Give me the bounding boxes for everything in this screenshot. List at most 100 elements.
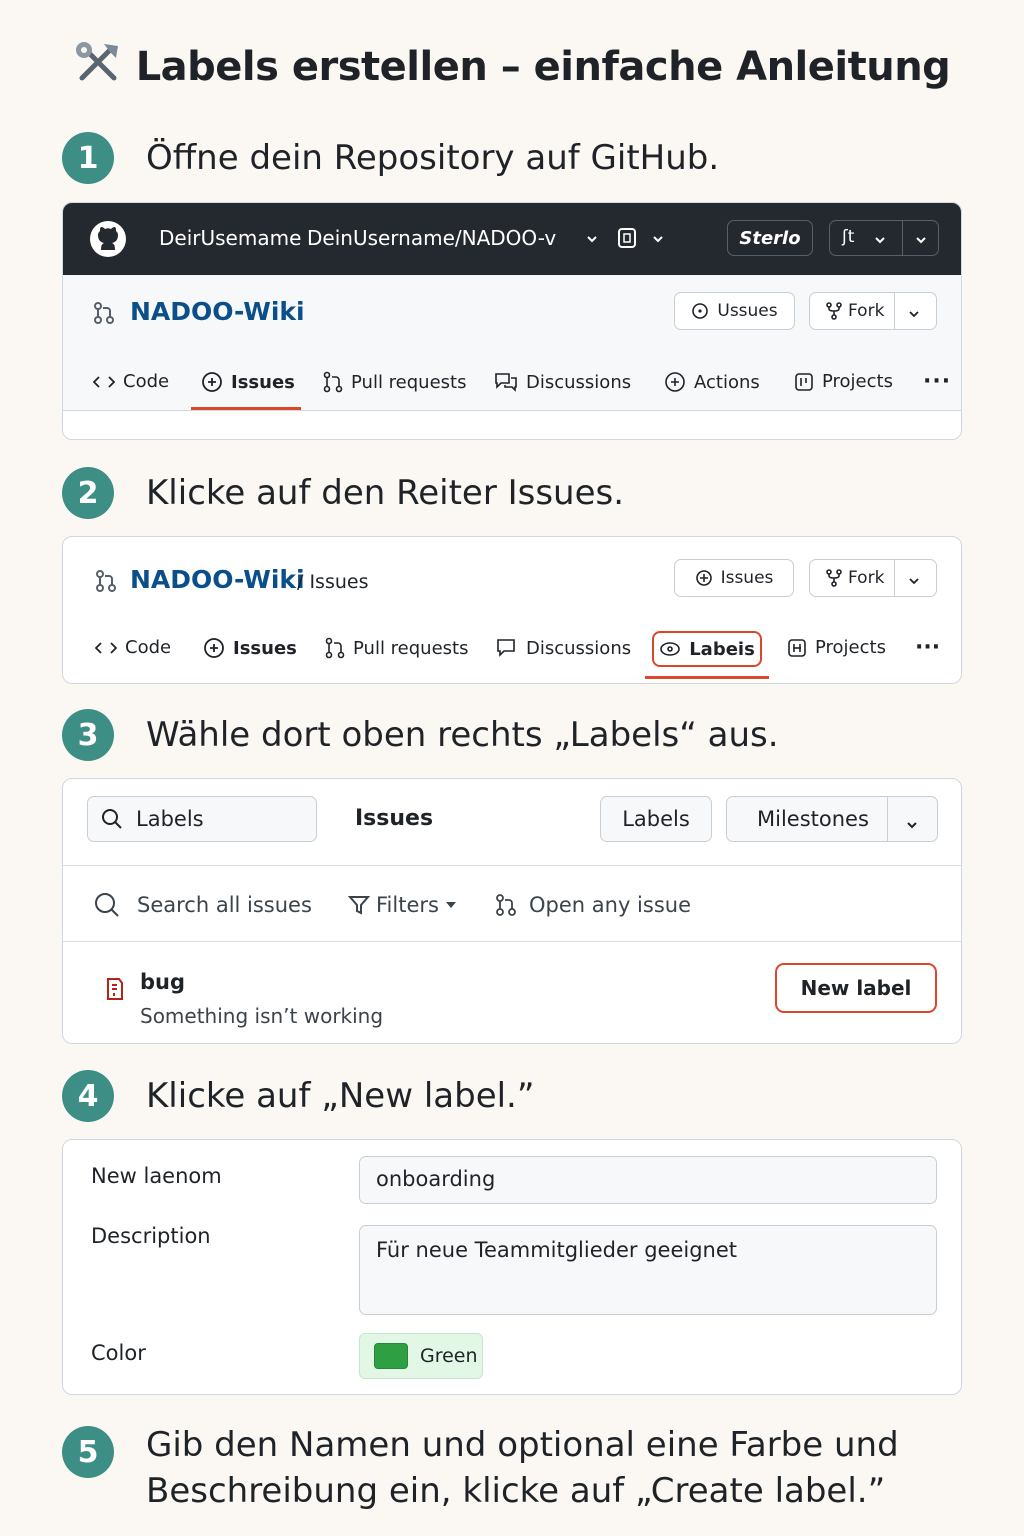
tab-underline (645, 676, 769, 679)
tab-label: Pull requests (351, 371, 467, 393)
label-row: bug Something isn’t working New label (63, 942, 961, 1043)
search-value: Labels (136, 807, 204, 831)
github-header: DeirUsemame DeinUsername/NADOO-v Sterlo … (63, 203, 961, 275)
step-number: 1 (62, 132, 114, 184)
description-value: Für neue Teammitglieder geeignet (376, 1238, 737, 1262)
milestones-button-label: Milestones (757, 807, 869, 831)
pull-request-icon (323, 371, 343, 393)
tab-label: Issues (231, 371, 295, 393)
repo-name-link[interactable]: NADOO-Wiki (130, 565, 305, 594)
chevron-down-icon[interactable] (651, 231, 665, 250)
chevron-down-icon (908, 305, 920, 325)
repo-name-link[interactable]: NADOO-Wiki (130, 297, 305, 326)
code-icon (93, 375, 115, 388)
step-text: Klicke auf den Reiter Issues. (146, 473, 625, 513)
filters-label: Filters (376, 893, 439, 917)
search-all-label: Search all issues (137, 893, 312, 917)
star-button-label: Sterlo (739, 227, 801, 249)
label-name-value: onboarding (376, 1167, 496, 1191)
issues-page-card: NADOO-Wiki / Issues Issues Fork Code Iss… (62, 536, 962, 684)
header-username[interactable]: DeirUsemame (159, 226, 301, 250)
step-3: 3 Wähle dort oben rechts „Labels“ aus. (62, 709, 779, 761)
tab-issues[interactable]: Issues (201, 371, 295, 393)
step-number: 3 (62, 709, 114, 761)
label-icon (660, 642, 681, 656)
step-text-line: Gib den Namen und optional eine Farbe un… (146, 1425, 899, 1465)
bug-label-icon (105, 976, 125, 1006)
chevron-down-icon (915, 231, 927, 250)
more-icon[interactable]: ··· (915, 635, 940, 660)
search-icon (95, 893, 119, 917)
fork-button[interactable]: Fork (809, 559, 937, 597)
header-menu-button[interactable]: ʃt (829, 220, 939, 256)
tab-label: Projects (822, 371, 893, 392)
github-logo-icon[interactable] (89, 220, 127, 262)
copy-icon[interactable] (617, 227, 637, 253)
filter-icon (348, 896, 370, 915)
header-repo-path[interactable]: DeinUsername/NADOO-v (307, 226, 556, 250)
step-number: 5 (62, 1426, 114, 1478)
star-button[interactable]: Sterlo (727, 220, 813, 256)
breadcrumb: / Issues (297, 571, 369, 593)
color-value: Green (420, 1345, 478, 1367)
labels-button[interactable]: Labels (600, 796, 712, 842)
step-text-line: Beschreibung ein, klicke auf „Create lab… (146, 1471, 886, 1511)
label-name[interactable]: bug (140, 970, 185, 994)
tab-labels[interactable]: Labeis (652, 631, 762, 667)
pull-request-icon (496, 894, 516, 916)
tab-label: Code (123, 371, 170, 392)
description-input[interactable]: Für neue Teammitglieder geeignet (359, 1225, 937, 1315)
issues-button[interactable]: Issues (674, 559, 794, 597)
fork-icon (826, 302, 842, 320)
tab-pull-requests[interactable]: Pull requests (325, 637, 468, 659)
tab-pull-requests[interactable]: Pull requests (323, 371, 466, 393)
label-name-input[interactable]: onboarding (359, 1156, 937, 1204)
description-field-label: Description (91, 1224, 211, 1248)
page-title-text: Labels erstellen – einfache Anleitung (135, 44, 951, 90)
issues-button[interactable]: Ussues (674, 292, 795, 330)
chevron-down-icon (908, 572, 920, 592)
tab-label: Code (125, 637, 172, 658)
divider (894, 560, 895, 596)
step-text: Wähle dort oben rechts „Labels“ aus. (146, 715, 779, 755)
more-icon[interactable]: ··· (923, 369, 951, 394)
milestones-button[interactable]: Milestones (726, 796, 938, 842)
new-label-form-card: New laenom onboarding Description Für ne… (62, 1139, 962, 1395)
tab-label: Issues (233, 637, 297, 659)
tab-projects[interactable]: Projects (794, 371, 893, 392)
new-label-button[interactable]: New label (775, 963, 937, 1013)
step-text: Klicke auf „New label.” (146, 1076, 535, 1116)
tab-code[interactable]: Code (93, 371, 169, 392)
tab-label: Projects (815, 637, 886, 658)
open-any-issue[interactable]: Open any issue (495, 893, 691, 917)
tab-discussions[interactable]: Discussions (496, 637, 631, 659)
page-title: Labels erstellen – einfache Anleitung (0, 40, 1024, 94)
issue-opened-icon (204, 638, 224, 658)
step-5: 5 Gib den Namen und optional eine Farbe … (62, 1422, 1002, 1522)
issues-button-label: Issues (720, 568, 774, 588)
fork-icon (826, 569, 842, 587)
fork-button-label: Fork (848, 301, 885, 321)
tab-projects[interactable]: Projects (787, 637, 886, 658)
tab-actions[interactable]: Actions (664, 371, 760, 393)
fork-button[interactable]: Fork (809, 292, 937, 330)
actions-icon (665, 372, 685, 392)
tab-issues[interactable]: Issues (203, 637, 297, 659)
issues-heading: Issues (355, 806, 434, 831)
chevron-down-icon[interactable] (585, 231, 599, 250)
color-picker[interactable]: Green (359, 1333, 483, 1379)
search-input[interactable]: Labels (87, 796, 317, 842)
code-icon (95, 641, 117, 654)
tab-code[interactable]: Code (95, 637, 171, 658)
repo-icon (95, 569, 117, 597)
tab-discussions[interactable]: Discussions (494, 371, 631, 393)
fork-button-label: Fork (848, 568, 885, 588)
divider (894, 293, 895, 329)
projects-icon (788, 638, 806, 657)
tools-icon (74, 40, 122, 94)
filters-dropdown[interactable]: Filters (348, 893, 457, 917)
tab-label: Pull requests (353, 637, 469, 659)
search-all-issues[interactable]: Search all issues (93, 891, 312, 919)
tab-label: Discussions (526, 371, 632, 393)
header-menu-glyph: ʃt (842, 227, 855, 247)
